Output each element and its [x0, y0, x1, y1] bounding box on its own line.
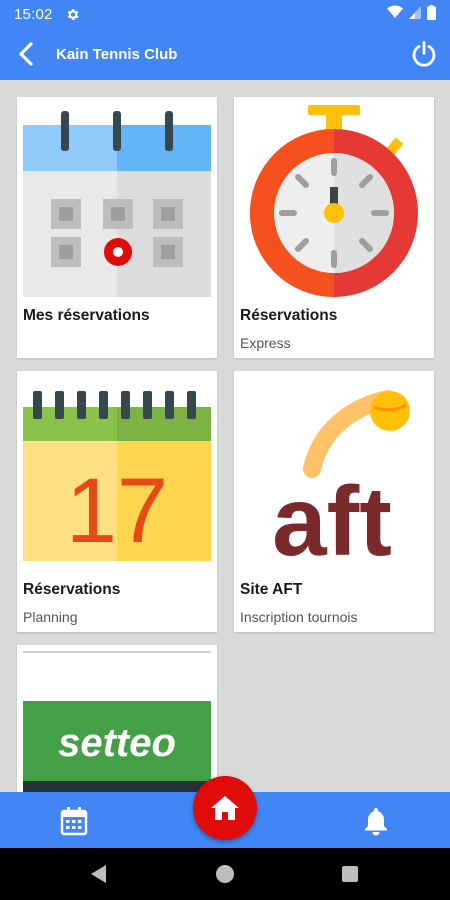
setteo-logo: setteo: [23, 651, 211, 792]
power-icon: [412, 41, 436, 67]
bell-icon: [365, 808, 387, 836]
tile-reservations-express[interactable]: Réservations Express: [234, 97, 434, 358]
back-arrow-icon: [19, 42, 33, 66]
tile-mes-reservations[interactable]: Mes réservations: [17, 97, 217, 358]
tile-subtitle: Express: [240, 335, 291, 351]
tile-grid: Mes réservations Réservations Express 17…: [0, 80, 450, 792]
tile-title: Réservations: [240, 307, 338, 324]
tile-subtitle: Inscription tournois: [240, 609, 358, 625]
app-bar: Kain Tennis Club: [0, 28, 450, 80]
system-home-button[interactable]: [216, 865, 234, 883]
wifi-icon: [387, 5, 403, 23]
home-button[interactable]: [193, 776, 257, 840]
system-recents-button[interactable]: [342, 866, 358, 882]
aft-logo-text: aft: [272, 466, 392, 571]
system-back-button[interactable]: [90, 864, 108, 889]
setteo-logo-text: setteo: [58, 721, 176, 765]
tile-site-aft[interactable]: aft Site AFT Inscription tournois: [234, 371, 434, 632]
battery-icon: [427, 4, 436, 24]
calendar-icon: [23, 103, 211, 297]
calendar-icon: [60, 807, 88, 836]
power-button[interactable]: [398, 28, 450, 80]
signal-icon: [409, 5, 421, 23]
tile-title: Site AFT: [240, 581, 303, 598]
calendar-nav-button[interactable]: [54, 804, 94, 838]
gear-icon: [65, 7, 80, 22]
status-icons: [387, 4, 436, 24]
app-title: Kain Tennis Club: [56, 45, 178, 63]
calendar-17-icon: 17: [23, 377, 211, 571]
notifications-button[interactable]: [356, 804, 396, 838]
tile-title: Mes réservations: [23, 307, 150, 324]
tile-setteo[interactable]: setteo: [17, 645, 217, 792]
home-icon: [211, 796, 239, 820]
system-nav-bar: [0, 848, 450, 900]
calendar-day-number: 17: [66, 460, 168, 562]
status-time: 15:02: [14, 5, 53, 23]
status-bar: 15:02: [0, 0, 450, 28]
triangle-back-icon: [91, 865, 106, 883]
aft-logo: aft: [240, 377, 428, 571]
stopwatch-icon: [240, 103, 428, 297]
tile-reservations-planning[interactable]: 17 Réservations Planning: [17, 371, 217, 632]
tile-title: Réservations: [23, 581, 121, 598]
tile-subtitle: Planning: [23, 609, 78, 625]
back-button[interactable]: [0, 28, 52, 80]
